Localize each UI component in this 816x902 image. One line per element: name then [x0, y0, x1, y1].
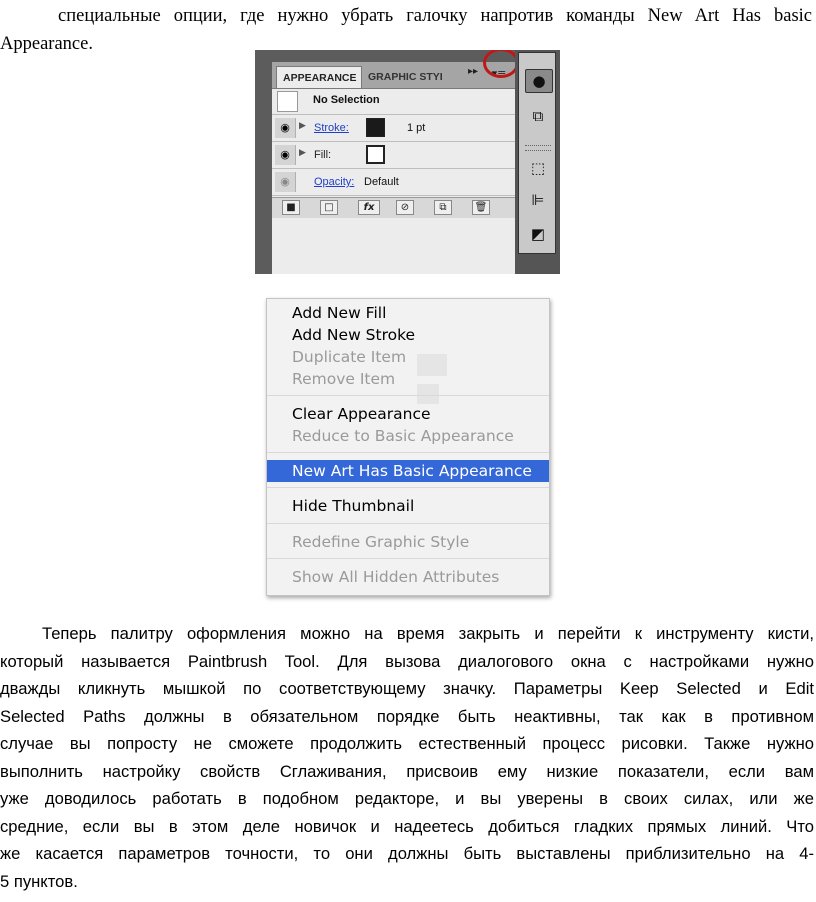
panel-tab-bar: APPEARANCE GRAPHIC STYLI ▸▸ ▾≡ — [272, 62, 515, 89]
menu-item-duplicate-item: Duplicate Item — [292, 348, 407, 366]
fill-row[interactable]: ◉ ▶ Fill: — [272, 142, 515, 169]
menu-separator — [267, 395, 549, 396]
body-line: средние, если вы в этом деле новичок и н… — [0, 816, 814, 836]
stroke-row[interactable]: ◉ ▶ Stroke: 1 pt — [272, 115, 515, 142]
menu-item-reduce-to-basic: Reduce to Basic Appearance — [292, 427, 514, 445]
menu-item-hide-thumbnail[interactable]: Hide Thumbnail — [267, 495, 549, 517]
menu-item-clear-appearance[interactable]: Clear Appearance — [267, 403, 549, 425]
add-effect-icon[interactable]: fx — [358, 200, 380, 215]
menu-item-redefine-graphic-style: Redefine Graphic Style — [292, 533, 470, 551]
fill-label: Fill: — [314, 149, 332, 161]
menu-item-add-new-stroke[interactable]: Add New Stroke — [267, 324, 549, 346]
panel-dock: ● ⧉ ⬚ ⊫ ◩ — [515, 50, 560, 274]
stroke-label[interactable]: Stroke: — [314, 122, 349, 134]
disclosure-triangle-icon[interactable]: ▶ — [299, 148, 306, 158]
menu-separator — [267, 558, 549, 559]
body-line: уже доводилось работать в подобном редак… — [0, 789, 814, 808]
body-paragraph: Теперь палитру оформления можно на время… — [0, 620, 814, 895]
duplicate-item-icon[interactable]: ⧉ — [434, 200, 452, 215]
clear-appearance-icon[interactable]: ⊘ — [396, 200, 414, 215]
appearance-dock-icon[interactable]: ● — [525, 69, 553, 93]
double-chevron-right-icon[interactable]: ▸▸ — [468, 66, 478, 77]
appearance-panel: APPEARANCE GRAPHIC STYLI ▸▸ ▾≡ No Select… — [272, 62, 533, 274]
menu-separator — [267, 452, 549, 453]
eye-icon[interactable]: ◉ — [275, 172, 296, 192]
tab-graphic-styles[interactable]: GRAPHIC STYLI — [362, 66, 442, 88]
body-line: же касается параметров точности, то они … — [0, 844, 814, 863]
menu-item-add-new-fill[interactable]: Add New Fill — [267, 302, 549, 324]
eye-icon[interactable]: ◉ — [275, 118, 296, 138]
fill-swatch[interactable] — [366, 145, 385, 164]
appearance-panel-screenshot: APPEARANCE GRAPHIC STYLI ▸▸ ▾≡ No Select… — [255, 50, 560, 274]
transform-dock-icon[interactable]: ⬚ — [525, 157, 551, 179]
body-line: 5 пунктов. — [0, 871, 78, 891]
trash-icon[interactable]: 🗑 — [472, 200, 490, 215]
graphic-styles-dock-icon[interactable]: ⧉ — [525, 105, 551, 127]
eye-icon[interactable]: ◉ — [275, 145, 296, 165]
body-line: Selected Paths должны в обязательном пор… — [0, 706, 814, 726]
disclosure-triangle-icon[interactable]: ▶ — [299, 121, 306, 131]
panel-bottom-toolbar: ■ □ fx ⊘ ⧉ 🗑 — [272, 197, 515, 218]
tab-appearance[interactable]: APPEARANCE — [276, 66, 362, 88]
menu-separator — [267, 487, 549, 488]
opacity-value: Default — [364, 176, 399, 188]
flyout-menu-screenshot: Add New Fill Add New Stroke Duplicate It… — [266, 298, 550, 596]
opacity-row[interactable]: ◉ Opacity: Default — [272, 169, 515, 196]
dock-grip[interactable] — [525, 145, 551, 151]
menu-item-show-all-hidden-attributes: Show All Hidden Attributes — [292, 568, 500, 586]
stroke-swatch[interactable] — [366, 118, 385, 137]
body-line: дважды кликнуть мышкой по соответствующе… — [0, 679, 814, 698]
body-line: Теперь палитру оформления можно на время… — [42, 624, 814, 643]
dock-column: ● ⧉ ⬚ ⊫ ◩ — [518, 52, 556, 254]
menu-item-new-art-has-basic-appearance[interactable]: New Art Has Basic Appearance — [267, 460, 549, 482]
intro-line: специальные опции, где нужно убрать гало… — [58, 6, 812, 26]
pathfinder-dock-icon[interactable]: ◩ — [525, 223, 551, 245]
no-selection-label: No Selection — [313, 94, 380, 106]
body-line: который называется Paintbrush Tool. Для … — [0, 651, 814, 671]
body-line: случае вы попросту не сможете продолжить… — [0, 734, 814, 753]
menu-item-remove-item: Remove Item — [292, 370, 396, 388]
add-fill-icon[interactable]: □ — [320, 200, 338, 215]
menu-separator — [267, 523, 549, 524]
add-stroke-icon[interactable]: ■ — [282, 200, 300, 215]
body-line: выполнить настройку свойств Сглаживания,… — [0, 761, 814, 781]
align-dock-icon[interactable]: ⊫ — [525, 189, 551, 211]
no-selection-row: No Selection — [272, 88, 515, 115]
opacity-label[interactable]: Opacity: — [314, 176, 354, 188]
thumbnail — [277, 91, 298, 112]
stroke-weight: 1 pt — [407, 122, 426, 134]
